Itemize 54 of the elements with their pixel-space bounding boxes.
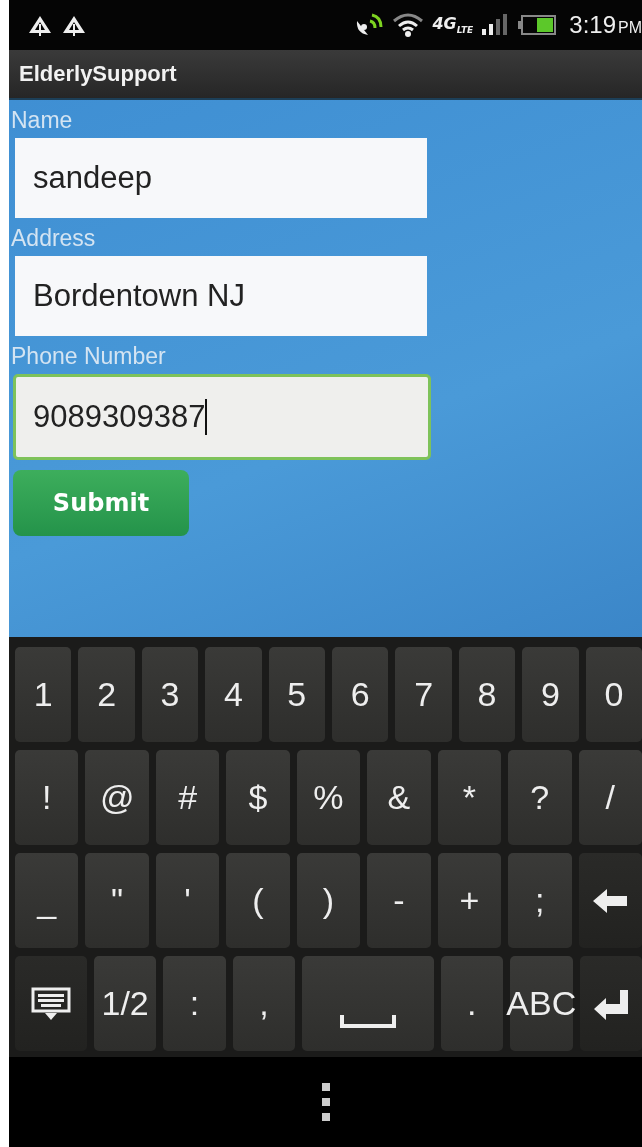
keyboard-key[interactable]: 3 [141, 647, 199, 742]
keyboard-key[interactable]: ' [155, 853, 220, 948]
enter-key[interactable] [579, 956, 642, 1051]
keyboard-key[interactable]: : [163, 956, 226, 1051]
field-label: Address [11, 224, 96, 252]
network-type: 4G$_{LTE}$ [432, 14, 474, 36]
left-arrow-icon [591, 886, 630, 915]
keyboard-key[interactable]: 1 [15, 647, 72, 742]
clock-ampm: PM [618, 19, 642, 37]
keyboard-key[interactable]: . [440, 956, 503, 1051]
keyboard-key[interactable]: _ [15, 853, 79, 948]
keyboard-key[interactable]: ? [508, 750, 572, 845]
keyboard-key[interactable]: ; [508, 853, 572, 948]
keyboard-key[interactable]: % [296, 750, 361, 845]
keyboard-key[interactable]: / [578, 750, 642, 845]
keyboard-key[interactable]: + [437, 853, 502, 948]
keyboard-key[interactable]: $ [226, 750, 290, 845]
upload-notification-icon [27, 14, 53, 36]
upload-notification-icon [61, 14, 87, 36]
keyboard-key[interactable]: @ [85, 750, 149, 845]
input-field[interactable]: Bordentown NJ [15, 256, 427, 336]
keyboard-key[interactable]: 4 [205, 647, 262, 742]
clock-time: 3:19 [569, 11, 616, 39]
space-key[interactable] [302, 956, 434, 1051]
keyboard-key[interactable]: ! [15, 750, 79, 845]
field-label: Phone Number [11, 342, 166, 370]
keyboard-key[interactable]: # [155, 750, 220, 845]
keyboard-key[interactable]: ) [296, 853, 361, 948]
backspace-key[interactable] [578, 853, 642, 948]
space-bar-icon [339, 1015, 396, 1029]
keyboard-key[interactable]: 5 [268, 647, 326, 742]
app-title: ElderlySupport [19, 61, 177, 87]
signal-icon [481, 13, 510, 37]
battery-icon [517, 14, 558, 36]
keyboard-key[interactable]: , [232, 956, 296, 1051]
keyboard-key[interactable]: * [437, 750, 502, 845]
menu-icon[interactable] [321, 1083, 330, 1121]
keyboard-key[interactable]: ( [226, 853, 290, 948]
keyboard-key[interactable]: - [367, 853, 431, 948]
keyboard-key[interactable]: 7 [395, 647, 452, 742]
hide-keyboard-key[interactable] [15, 956, 87, 1051]
keyboard-key[interactable]: & [367, 750, 431, 845]
keyboard-key[interactable]: " [85, 853, 149, 948]
keyboard-key[interactable]: 0 [585, 647, 642, 742]
keyboard-key[interactable]: 9 [522, 647, 579, 742]
keyboard-key[interactable]: 8 [458, 647, 516, 742]
keyboard-key[interactable]: 1/2 [93, 956, 157, 1051]
input-field[interactable]: 9089309387 [13, 374, 431, 460]
keyboard-key[interactable]: 2 [78, 647, 135, 742]
keyboard-icon [30, 986, 71, 1021]
input-field[interactable]: sandeep [15, 138, 427, 218]
field-label: Name [11, 106, 73, 134]
keyboard-key[interactable]: 6 [332, 647, 389, 742]
wifi-icon [392, 12, 425, 38]
